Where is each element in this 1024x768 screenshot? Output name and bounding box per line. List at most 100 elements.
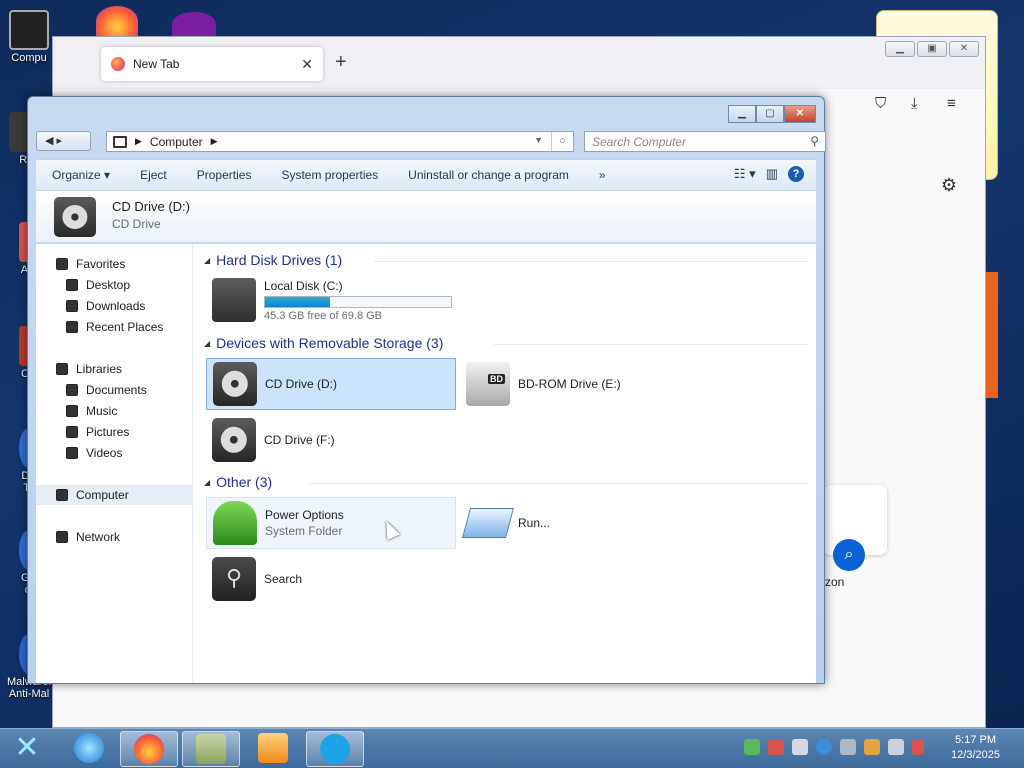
close-button[interactable]: ✕ [784,105,816,123]
search-input[interactable]: Search Computer ⚲ [584,131,826,152]
desktop-icon-computer[interactable]: Compu [0,10,58,64]
power-options[interactable]: Power Options System Folder [206,497,456,549]
clock[interactable]: 5:17 PM 12/3/2025 [951,733,1000,763]
skype-icon [320,734,350,764]
minimize-button[interactable]: ▁ [728,105,756,123]
clock-date: 12/3/2025 [951,749,1000,761]
close-button[interactable]: ✕ [949,41,979,57]
group-divider [494,344,808,345]
firefox-desktop-icon[interactable] [96,6,138,36]
collapse-triangle-icon[interactable]: ◢ [204,256,210,265]
breadcrumb-computer[interactable]: Computer [150,135,203,149]
address-bar[interactable]: ▶ Computer ▶ ▼ ○ [106,131,574,152]
maximize-button[interactable]: ▢ [756,105,784,123]
view-controls: ☷ ▾ ▥ ? [734,166,804,182]
nav-desktop[interactable]: Desktop [36,275,193,295]
nav-documents[interactable]: Documents [36,380,193,400]
bd-rom-icon: BD [466,362,510,406]
uninstall-program-button[interactable]: Uninstall or change a program [408,168,569,182]
bd-rom-drive-e[interactable]: BD BD-ROM Drive (E:) [460,358,710,410]
tray-volume-icon[interactable] [912,739,924,755]
nav-label: Pictures [86,425,130,439]
pocket-icon[interactable]: ⛉ [875,95,886,112]
group-hard-disk-drives[interactable]: ◢ Hard Disk Drives (1) [204,252,342,268]
nav-downloads[interactable]: Downloads [36,296,193,316]
item-name: Search [264,572,303,586]
nav-label: Downloads [86,299,146,313]
breadcrumb-arrow-icon[interactable]: ▶ [211,136,218,147]
tab-new-tab[interactable]: New Tab ✕ [101,47,323,81]
more-commands-button[interactable]: » [599,168,606,182]
run-icon [461,508,515,538]
nav-pictures[interactable]: Pictures [36,422,193,442]
refresh-icon[interactable]: ○ [551,132,573,151]
group-other[interactable]: ◢ Other (3) [204,474,272,490]
taskbar-media[interactable] [244,731,302,767]
chevron-down-icon[interactable]: ▼ [534,135,543,145]
help-icon[interactable]: ? [788,166,804,182]
taskbar-explorer[interactable] [182,731,240,767]
search-icon[interactable]: ⚲ [810,134,819,148]
preview-pane-icon[interactable]: ▥ [766,166,778,182]
maximize-button[interactable]: ▣ [917,41,947,57]
gear-icon[interactable]: ⚙ [941,175,957,196]
drive-name: CD Drive (D:) [265,377,337,391]
downloads-icon [66,300,78,312]
tab-close-icon[interactable]: ✕ [301,56,313,73]
eject-button[interactable]: Eject [140,168,167,182]
collapse-triangle-icon[interactable]: ◢ [204,478,210,487]
collapse-triangle-icon[interactable]: ◢ [204,339,210,348]
firefox-icon [111,57,125,71]
tray-app-icon[interactable] [864,739,880,755]
firefox-icon [134,734,164,764]
taskbar-ie[interactable] [60,731,118,767]
view-options-icon[interactable]: ☷ ▾ [734,166,756,182]
nav-videos[interactable]: Videos [36,443,193,463]
tray-shield-icon[interactable] [768,739,784,755]
properties-button[interactable]: Properties [197,168,252,182]
search-item[interactable]: ⚲ Search [206,553,456,605]
organize-button[interactable]: Organize ▾ [52,168,110,182]
group-divider [310,483,808,484]
tray-monitor-icon[interactable] [840,739,856,755]
nav-recent-places[interactable]: Recent Places [36,317,193,337]
breadcrumb-arrow-icon[interactable]: ▶ [135,136,142,147]
back-forward-buttons[interactable]: ◀ ▸ [36,131,91,151]
computer-icon [113,135,127,148]
battery-icon [213,501,257,545]
taskbar-skype[interactable] [306,731,364,767]
nav-network[interactable]: Network [36,527,193,547]
menu-icon[interactable]: ≡ [947,95,956,112]
tray-chat-icon[interactable] [792,739,808,755]
clock-time: 5:17 PM [955,734,997,746]
cd-drive-f[interactable]: CD Drive (F:) [206,414,456,466]
shortcut-label: zon [825,575,845,589]
cd-drive-d[interactable]: CD Drive (D:) [206,358,456,410]
download-icon[interactable]: ⤓ [911,95,918,112]
documents-icon [66,384,78,396]
start-button[interactable]: ✕ [8,733,46,765]
yahoo-desktop-icon[interactable] [172,12,216,36]
tray-info-icon[interactable] [816,739,832,755]
minimize-button[interactable]: ▁ [885,41,915,57]
taskbar-firefox[interactable] [120,731,178,767]
nav-music[interactable]: Music [36,401,193,421]
details-header: CD Drive (D:) CD Drive [36,191,816,243]
file-list: ◢ Hard Disk Drives (1) Local Disk (C:) 45… [194,244,816,683]
group-removable-storage[interactable]: ◢ Devices with Removable Storage (3) [204,335,443,351]
nav-libraries[interactable]: Libraries [36,359,193,379]
tray-network-icon[interactable] [888,739,904,755]
bd-badge: BD [488,374,505,384]
system-properties-button[interactable]: System properties [281,168,378,182]
new-tab-button[interactable]: + [335,51,347,74]
address-row: ◀ ▸ ▶ Computer ▶ ▼ ○ Search Computer ⚲ [36,131,826,153]
search-icon[interactable]: ⌕ [833,539,865,571]
local-disk-c[interactable]: Local Disk (C:) 45.3 GB free of 69.8 GB [206,274,456,326]
tray-green-icon[interactable] [744,739,760,755]
navigation-pane: Favorites Desktop Downloads Recent Place… [36,244,193,683]
nav-label: Network [76,530,121,544]
nav-favorites[interactable]: Favorites [36,254,193,274]
nav-label: Desktop [86,278,131,292]
run-item[interactable]: Run... [460,497,710,549]
nav-computer[interactable]: Computer [36,485,193,505]
